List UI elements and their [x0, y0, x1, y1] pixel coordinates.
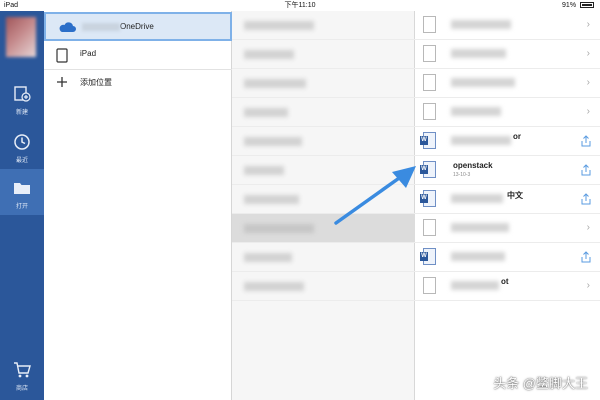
sidebar-item-recent[interactable]: 最近 — [0, 123, 44, 169]
blurred-text — [451, 223, 509, 232]
sidebar: 新建 最近 打开 商店 — [0, 11, 44, 400]
share-icon[interactable] — [581, 164, 591, 176]
onedrive-label: OneDrive — [82, 22, 154, 31]
file-name-partial: ot — [501, 277, 509, 286]
chevron-right-icon[interactable]: › — [587, 223, 590, 233]
blurred-text — [451, 78, 515, 87]
add-place-label: 添加位置 — [80, 78, 112, 87]
file-row[interactable]: ot › — [415, 272, 600, 301]
blurred-text — [244, 50, 294, 59]
watermark: 头条 @鳖脚大王 — [493, 376, 588, 391]
sidebar-item-open[interactable]: 打开 — [0, 169, 44, 215]
battery-indicator: 91% — [562, 0, 594, 11]
word-document-icon — [420, 132, 436, 149]
file-row[interactable]: or — [415, 127, 600, 156]
document-icon — [423, 103, 436, 120]
document-icon — [423, 277, 436, 294]
blurred-text — [244, 166, 284, 175]
chevron-right-icon[interactable]: › — [587, 281, 590, 291]
file-row[interactable]: › — [415, 98, 600, 127]
clock: 下午11:10 — [284, 2, 316, 9]
blurred-text — [244, 253, 292, 262]
location-onedrive[interactable]: OneDrive — [44, 12, 232, 41]
list-item[interactable] — [232, 11, 415, 40]
chevron-right-icon[interactable]: › — [587, 49, 590, 59]
folder-icon — [14, 183, 30, 194]
cart-icon — [14, 362, 31, 378]
file-name-partial: 中文 — [507, 191, 523, 200]
file-name: openstack — [453, 161, 493, 170]
file-row[interactable]: › — [415, 11, 600, 40]
ipad-label: iPad — [80, 49, 97, 58]
blurred-text — [244, 224, 314, 233]
blurred-text — [451, 49, 506, 58]
files-panel: › › › › or openstack 13-10-3 中文 — [415, 11, 600, 400]
plus-icon — [57, 77, 67, 87]
chevron-right-icon[interactable]: › — [587, 20, 590, 30]
document-icon — [423, 16, 436, 33]
clock-icon — [14, 134, 30, 150]
blurred-text — [451, 107, 501, 116]
list-item[interactable] — [232, 98, 415, 127]
file-row[interactable]: › — [415, 214, 600, 243]
list-item[interactable] — [232, 40, 415, 69]
blurred-text — [451, 194, 503, 203]
blurred-text — [244, 137, 302, 146]
chevron-right-icon[interactable]: › — [587, 78, 590, 88]
battery-percent: 91% — [562, 2, 577, 9]
document-icon — [423, 74, 436, 91]
share-icon[interactable] — [581, 135, 591, 147]
sidebar-item-store[interactable]: 商店 — [0, 351, 44, 397]
blurred-text — [244, 79, 306, 88]
sidebar-item-new[interactable]: 新建 — [0, 75, 44, 121]
file-row[interactable]: › — [415, 69, 600, 98]
list-item[interactable] — [232, 243, 415, 272]
blurred-text — [451, 281, 499, 290]
document-icon — [423, 45, 436, 62]
tablet-icon — [56, 48, 68, 63]
list-item[interactable] — [232, 69, 415, 98]
file-row-openstack[interactable]: openstack 13-10-3 — [415, 156, 600, 185]
avatar[interactable] — [6, 17, 36, 57]
blurred-text — [451, 20, 511, 29]
blurred-text — [451, 136, 511, 145]
chevron-right-icon[interactable]: › — [587, 107, 590, 117]
status-bar: iPad 下午11:10 91% — [0, 0, 600, 11]
blurred-text — [451, 252, 505, 261]
list-item[interactable] — [232, 127, 415, 156]
sidebar-label-store: 商店 — [15, 386, 28, 392]
add-place-button[interactable]: 添加位置 — [44, 69, 232, 98]
file-row[interactable]: › — [415, 40, 600, 69]
account-name-blurred — [82, 22, 120, 31]
file-row[interactable]: 中文 — [415, 185, 600, 214]
file-date: 13-10-3 — [453, 172, 471, 178]
share-icon[interactable] — [581, 193, 591, 205]
sidebar-label-open: 打开 — [15, 204, 28, 210]
list-item[interactable] — [232, 272, 415, 301]
new-document-icon — [14, 86, 31, 102]
blurred-text — [244, 195, 299, 204]
locations-panel: OneDrive iPad 添加位置 — [44, 11, 232, 400]
file-row[interactable] — [415, 243, 600, 272]
sidebar-label-recent: 最近 — [15, 158, 28, 164]
cloud-icon — [59, 22, 76, 32]
battery-icon — [580, 2, 594, 8]
blurred-text — [244, 282, 304, 291]
annotation-arrow — [334, 166, 416, 225]
share-icon[interactable] — [581, 251, 591, 263]
blurred-text — [244, 108, 288, 117]
sidebar-label-new: 新建 — [15, 110, 28, 116]
file-name-partial: or — [513, 132, 521, 141]
word-document-icon — [420, 248, 436, 265]
blurred-text — [244, 21, 314, 30]
location-ipad[interactable]: iPad — [44, 41, 232, 70]
